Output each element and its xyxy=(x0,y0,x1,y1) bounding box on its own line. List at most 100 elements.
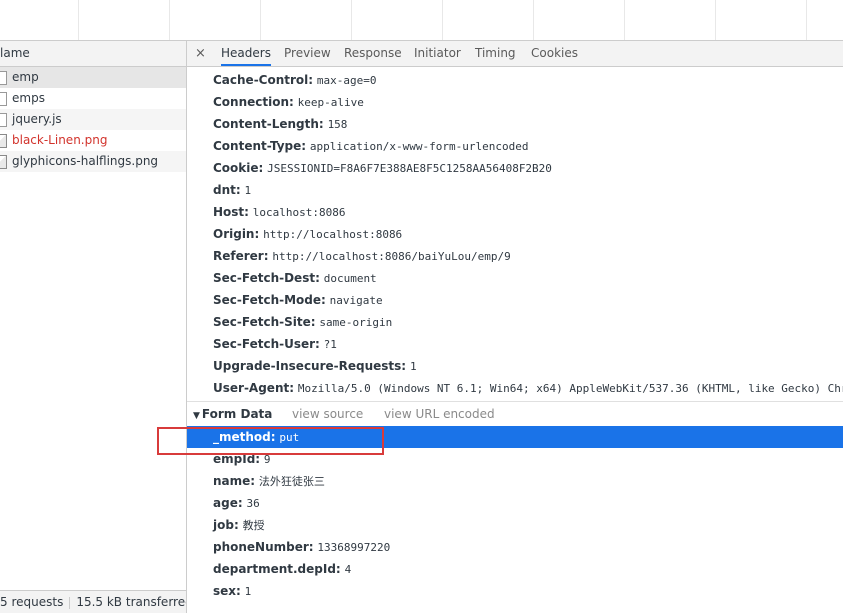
header-row: Sec-Fetch-Mode: navigate xyxy=(187,289,843,311)
header-row: Content-Length: 158 xyxy=(187,113,843,135)
tab-cookies[interactable]: Cookies xyxy=(531,41,578,66)
header-key: Cache-Control: xyxy=(213,73,314,87)
tab-response[interactable]: Response xyxy=(344,41,402,66)
tab-headers[interactable]: Headers xyxy=(221,41,271,66)
script-file-icon xyxy=(0,113,7,127)
request-item-emps[interactable]: emps xyxy=(0,88,186,109)
header-value: ?1 xyxy=(323,338,337,351)
header-row: Sec-Fetch-Site: same-origin xyxy=(187,311,843,333)
timeline-gridline xyxy=(806,0,807,40)
form-value: 法外狂徒张三 xyxy=(258,475,325,488)
image-file-icon xyxy=(0,134,7,148)
form-key: phoneNumber: xyxy=(213,540,314,554)
header-value: same-origin xyxy=(319,316,393,329)
header-key: dnt: xyxy=(213,183,241,197)
name-column-label: lame xyxy=(0,46,30,60)
header-row: Origin: http://localhost:8086 xyxy=(187,223,843,245)
timeline-gridline xyxy=(533,0,534,40)
header-key: Upgrade-Insecure-Requests: xyxy=(213,359,407,373)
header-value: navigate xyxy=(329,294,383,307)
divider xyxy=(69,596,71,609)
form-key: job: xyxy=(213,518,239,532)
header-value: document xyxy=(323,272,377,285)
header-value: max-age=0 xyxy=(316,74,377,87)
header-key: Sec-Fetch-User: xyxy=(213,337,320,351)
header-key: User-Agent: xyxy=(213,381,295,395)
form-value: 13368997220 xyxy=(317,541,391,554)
form-data-row[interactable]: job: 教授 xyxy=(187,514,843,536)
request-count: 5 requests xyxy=(0,595,64,609)
form-data-row[interactable]: name: 法外狂徒张三 xyxy=(187,470,843,492)
header-key: Sec-Fetch-Site: xyxy=(213,315,316,329)
request-item-jquery[interactable]: jquery.js xyxy=(0,109,186,130)
document-icon xyxy=(0,71,7,85)
header-row: Connection: keep-alive xyxy=(187,91,843,113)
header-row: Content-Type: application/x-www-form-url… xyxy=(187,135,843,157)
timeline-gridline xyxy=(260,0,261,40)
header-key: Host: xyxy=(213,205,249,219)
header-key: Sec-Fetch-Dest: xyxy=(213,271,320,285)
header-value: http://localhost:8086/baiYuLou/emp/9 xyxy=(272,250,511,263)
request-name: glyphicons-halflings.png xyxy=(12,154,159,168)
header-key: Connection: xyxy=(213,95,294,109)
header-value: localhost:8086 xyxy=(252,206,346,219)
header-key: Content-Length: xyxy=(213,117,324,131)
tab-timing[interactable]: Timing xyxy=(475,41,516,66)
header-row: Cache-Control: max-age=0 xyxy=(187,69,843,91)
transferred-size: 15.5 kB transferred xyxy=(76,595,187,609)
form-key: name: xyxy=(213,474,256,488)
request-item-black-linen[interactable]: black-Linen.png xyxy=(0,130,186,151)
form-data-row[interactable]: age: 36 xyxy=(187,492,843,514)
form-value: 教授 xyxy=(242,519,265,532)
header-value: Mozilla/5.0 (Windows NT 6.1; Win64; x64)… xyxy=(297,382,843,395)
network-timeline[interactable] xyxy=(0,0,843,41)
header-key: Referer: xyxy=(213,249,269,263)
form-data-section-header[interactable]: ▼ Form Data view source view URL encoded xyxy=(187,401,843,426)
request-name: emps xyxy=(12,91,45,105)
header-key: Content-Type: xyxy=(213,139,307,153)
timeline-gridline xyxy=(715,0,716,40)
tab-preview[interactable]: Preview xyxy=(284,41,331,66)
header-key: Origin: xyxy=(213,227,260,241)
form-value: 1 xyxy=(244,585,252,598)
header-row: Upgrade-Insecure-Requests: 1 xyxy=(187,355,843,377)
expand-triangle-icon[interactable]: ▼ xyxy=(193,411,200,421)
section-title: Form Data xyxy=(201,407,273,421)
timeline-gridline xyxy=(351,0,352,40)
form-data-row[interactable]: sex: 1 xyxy=(187,580,843,602)
view-source-link[interactable]: view source xyxy=(292,402,363,426)
header-row: Cookie: JSESSIONID=F8A6F7E388AE8F5C1258A… xyxy=(187,157,843,179)
request-name: black-Linen.png xyxy=(12,133,108,147)
header-value: JSESSIONID=F8A6F7E388AE8F5C1258AA56408F2… xyxy=(267,162,552,175)
highlight-annotation-box xyxy=(157,427,384,455)
form-data-row[interactable]: department.depId: 4 xyxy=(187,558,843,580)
header-row: User-Agent: Mozilla/5.0 (Windows NT 6.1;… xyxy=(187,377,843,399)
header-value: keep-alive xyxy=(297,96,364,109)
name-column-header[interactable]: lame xyxy=(0,41,186,67)
close-icon[interactable]: × xyxy=(195,41,206,66)
details-tab-bar: × Headers Preview Response Initiator Tim… xyxy=(187,41,843,67)
header-row: Sec-Fetch-Dest: document xyxy=(187,267,843,289)
timeline-gridline xyxy=(78,0,79,40)
header-row: Referer: http://localhost:8086/baiYuLou/… xyxy=(187,245,843,267)
request-item-glyphicons[interactable]: glyphicons-halflings.png xyxy=(0,151,186,172)
request-name: jquery.js xyxy=(12,112,62,126)
form-data-row[interactable]: phoneNumber: 13368997220 xyxy=(187,536,843,558)
timeline-gridline xyxy=(442,0,443,40)
form-value: 4 xyxy=(344,563,352,576)
form-key: sex: xyxy=(213,584,241,598)
document-icon xyxy=(0,92,7,106)
request-headers-list: Cache-Control: max-age=0 Connection: kee… xyxy=(187,67,843,399)
timeline-gridline xyxy=(169,0,170,40)
form-key: department.depId: xyxy=(213,562,341,576)
tab-initiator[interactable]: Initiator xyxy=(414,41,461,66)
header-value: 1 xyxy=(409,360,417,373)
form-key: age: xyxy=(213,496,243,510)
view-url-encoded-link[interactable]: view URL encoded xyxy=(384,402,495,426)
header-key: Sec-Fetch-Mode: xyxy=(213,293,326,307)
header-row: dnt: 1 xyxy=(187,179,843,201)
request-list-panel: lame emp emps jquery.js black-Linen.png … xyxy=(0,41,187,613)
request-details-panel: × Headers Preview Response Initiator Tim… xyxy=(187,41,843,613)
request-item-emp[interactable]: emp xyxy=(0,67,186,88)
header-value: 158 xyxy=(327,118,348,131)
